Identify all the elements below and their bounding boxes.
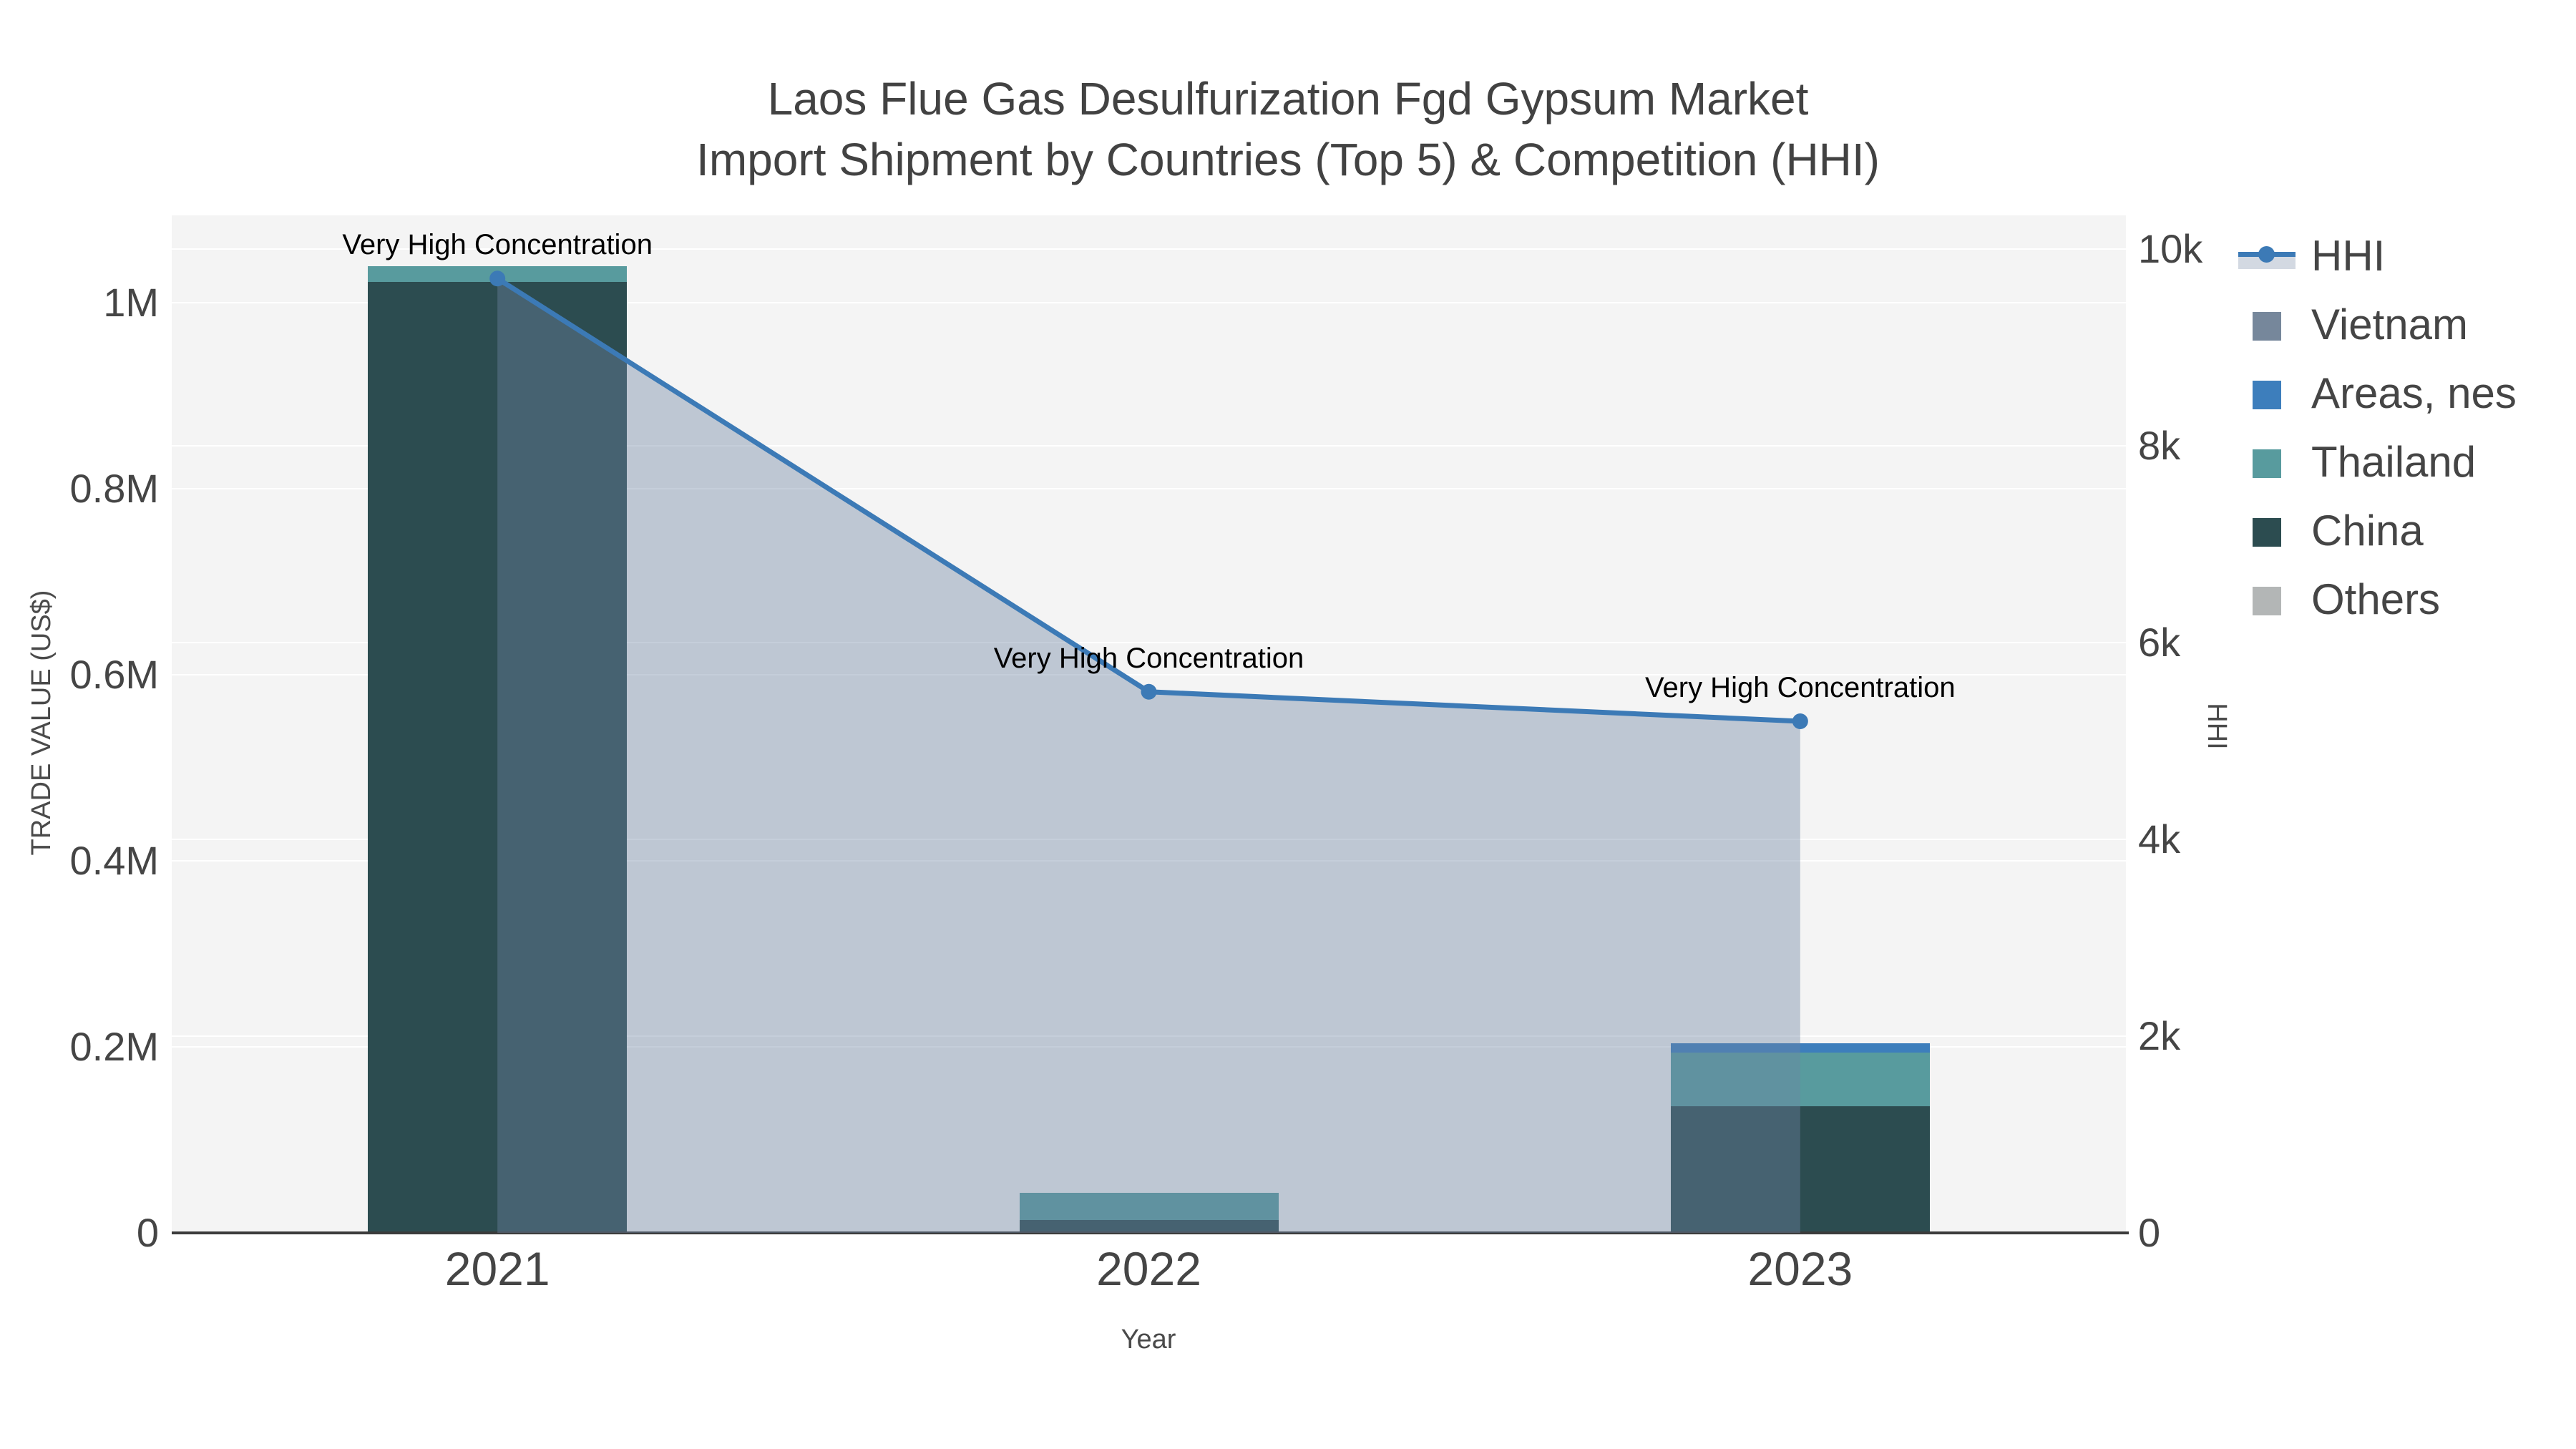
bar-segment-thailand-2022 <box>1019 1193 1279 1220</box>
bar-segment-china-2023 <box>1670 1106 1930 1233</box>
chart-title-line1: Laos Flue Gas Desulfurization Fgd Gypsum… <box>767 73 1809 125</box>
x-tick-2022: 2022 <box>1096 1242 1201 1295</box>
legend-item-china[interactable]: China <box>2231 498 2576 567</box>
x-axis-line <box>172 1231 2129 1234</box>
legend-item-areas-nes[interactable]: Areas, nes <box>2231 361 2576 429</box>
legend-label: Areas, nes <box>2311 369 2517 417</box>
legend-label: HHI <box>2311 232 2386 280</box>
y-tick-left-0.6M: 0.6M <box>69 652 160 697</box>
y-axis-title-left: TRADE VALUE (US$) <box>26 590 57 856</box>
chart-canvas: Laos Flue Gas Desulfurization Fgd Gypsum… <box>0 0 2576 1449</box>
legend-label: Vietnam <box>2311 301 2469 348</box>
legend-item-hhi[interactable]: HHI <box>2231 223 2576 292</box>
y-tick-left-0.2M: 0.2M <box>69 1024 160 1069</box>
x-axis-title: Year <box>1121 1324 1176 1355</box>
legend-swatch-icon <box>2253 518 2281 547</box>
legend-item-others[interactable]: Others <box>2231 567 2576 635</box>
bar-segment-thailand-2023 <box>1670 1052 1930 1107</box>
legend-swatch-icon <box>2253 381 2281 409</box>
bar-segment-thailand-2021 <box>368 266 628 283</box>
y-tick-right-0: 0 <box>2138 1210 2161 1255</box>
legend-item-thailand[interactable]: Thailand <box>2231 429 2576 498</box>
legend-swatch-icon <box>2253 312 2281 341</box>
hhi-marker-dot-icon <box>2258 246 2275 263</box>
y-tick-left-0: 0 <box>136 1210 159 1255</box>
legend-swatch-icon <box>2253 449 2281 478</box>
chart-title: Laos Flue Gas Desulfurization Fgd Gypsum… <box>0 69 2576 190</box>
y-tick-left-0.4M: 0.4M <box>69 838 160 883</box>
legend-swatch-icon <box>2253 587 2281 615</box>
legend-label: Others <box>2311 575 2441 623</box>
y-axis-title-right: HHI <box>2202 703 2232 750</box>
chart-title-line2: Import Shipment by Countries (Top 5) & C… <box>696 134 1880 185</box>
y-tick-right-2k: 2k <box>2138 1013 2181 1058</box>
legend-label: China <box>2311 507 2424 555</box>
annotation-2021: Very High Concentration <box>342 229 653 261</box>
x-tick-2021: 2021 <box>444 1242 550 1295</box>
annotation-2022: Very High Concentration <box>993 642 1304 674</box>
legend-item-vietnam[interactable]: Vietnam <box>2231 292 2576 361</box>
bar-segment-areas-nes-2023 <box>1670 1043 1930 1053</box>
hhi-line-swatch-icon <box>2238 245 2296 270</box>
bar-segment-china-2021 <box>368 282 628 1233</box>
x-tick-2023: 2023 <box>1747 1242 1853 1295</box>
annotation-2023: Very High Concentration <box>1645 672 1956 703</box>
legend-label: Thailand <box>2311 438 2477 486</box>
y-tick-left-0.8M: 0.8M <box>69 466 160 511</box>
y-tick-right-4k: 4k <box>2138 816 2181 862</box>
y-tick-left-1M: 1M <box>103 280 159 325</box>
